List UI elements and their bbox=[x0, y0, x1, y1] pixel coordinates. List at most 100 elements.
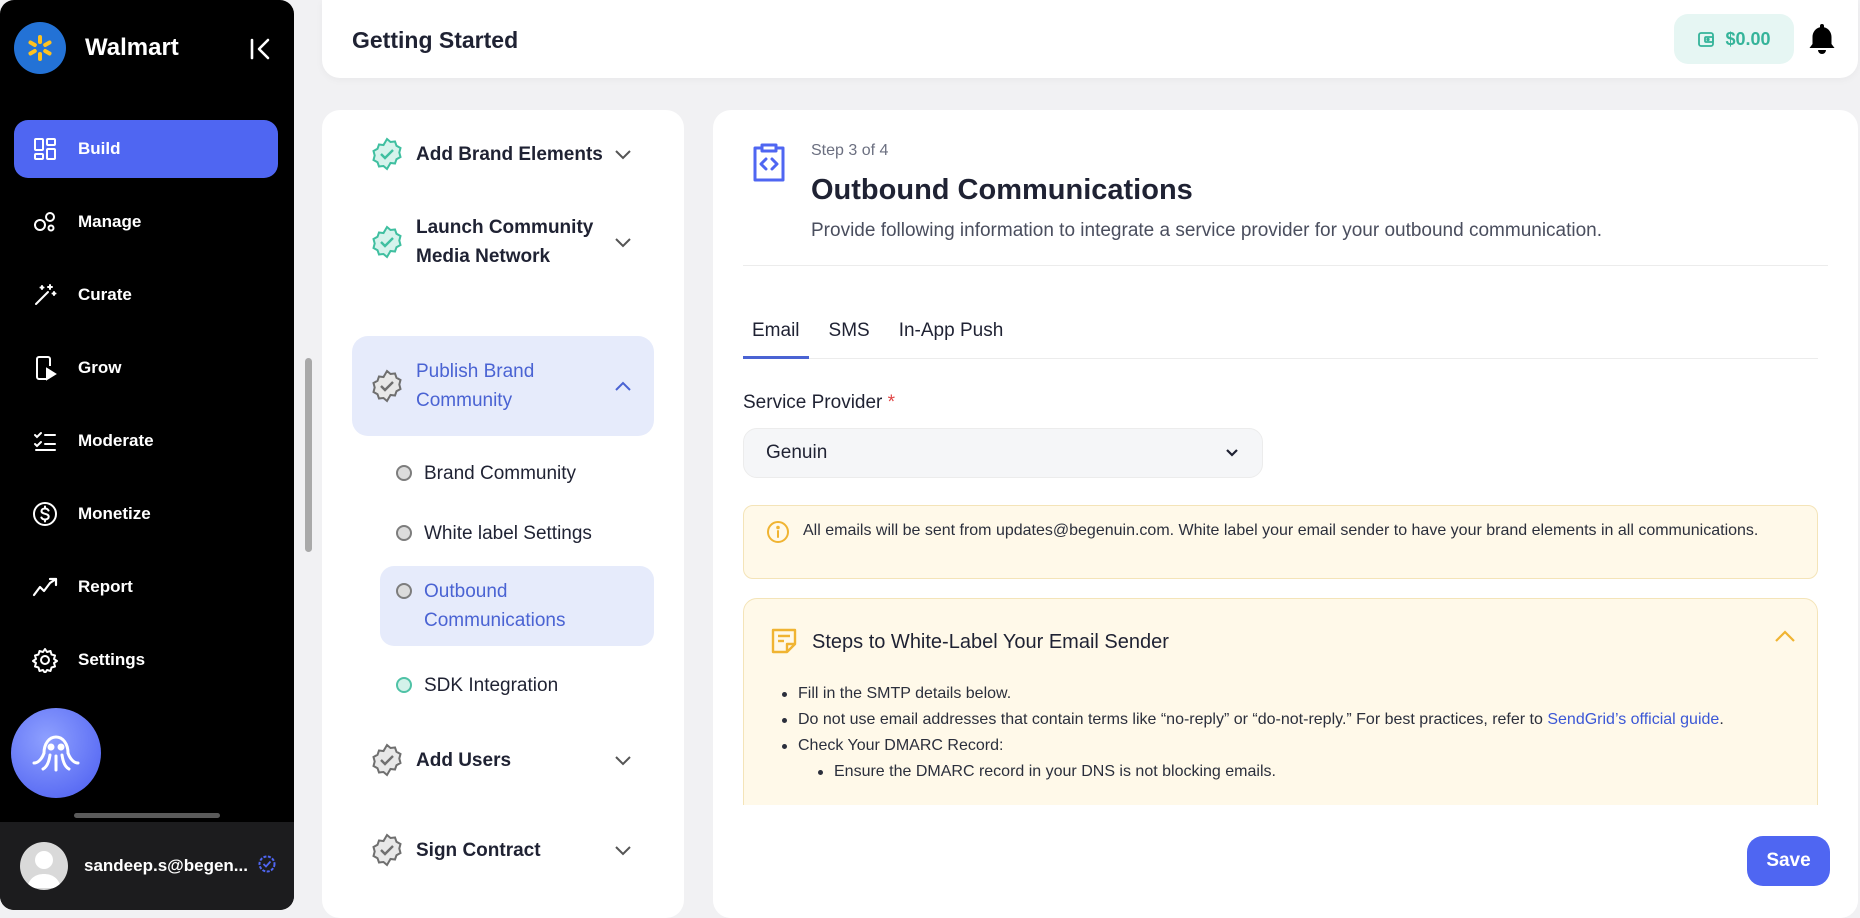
sub-step-label: SDK Integration bbox=[424, 674, 559, 696]
channel-tabs: Email SMS In-App Push bbox=[743, 315, 1818, 359]
guide-body: Fill in the SMTP details below. Do not u… bbox=[778, 681, 1788, 785]
section-description: Provide following information to integra… bbox=[811, 220, 1603, 241]
sidebar-item-manage[interactable]: Manage bbox=[14, 193, 278, 251]
sub-step-status-dot bbox=[396, 465, 412, 481]
wallet-balance: $0.00 bbox=[1725, 28, 1771, 49]
guide-title: Steps to White-Label Your Email Sender bbox=[812, 631, 1169, 653]
sub-step-label: Outbound Communications bbox=[424, 581, 566, 631]
chevron-down-icon bbox=[615, 150, 631, 160]
step-label: Add Users bbox=[416, 749, 512, 771]
list-item: Check Your DMARC Record: bbox=[778, 733, 1788, 759]
chevron-down-icon bbox=[1226, 449, 1238, 457]
tab-email[interactable]: Email bbox=[743, 315, 809, 359]
step-label: Add Brand Elements bbox=[416, 143, 603, 165]
sub-step-brand-community[interactable]: Brand Community bbox=[380, 452, 654, 494]
guide-step-text: Do not use email addresses that contain … bbox=[798, 711, 1548, 728]
step-pending-badge-icon bbox=[372, 369, 402, 403]
save-button[interactable]: Save bbox=[1747, 836, 1830, 886]
sub-step-outbound-communications[interactable]: Outbound Communications bbox=[380, 566, 654, 646]
sub-step-label: White label Settings bbox=[424, 522, 592, 544]
guide-step-text: Ensure the DMARC record in your DNS is n… bbox=[834, 763, 1276, 780]
sidebar-item-label: Build bbox=[78, 139, 121, 158]
list-item: Fill in the SMTP details below. bbox=[778, 681, 1788, 707]
sidebar-item-build[interactable]: Build bbox=[14, 120, 278, 178]
chevron-up-icon bbox=[615, 381, 631, 391]
sidebar-nav: Build Manage Curate Grow Moderate Moneti… bbox=[14, 120, 278, 704]
step-progress-text: Step 3 of 4 bbox=[811, 142, 889, 159]
sub-step-sdk-integration[interactable]: SDK Integration bbox=[380, 664, 654, 706]
guide-step-text: . bbox=[1719, 711, 1724, 728]
sidebar-item-curate[interactable]: Curate bbox=[14, 266, 278, 324]
top-header: Getting Started $0.00 bbox=[322, 0, 1858, 78]
service-provider-select[interactable]: Genuin bbox=[743, 428, 1263, 478]
list-item: Ensure the DMARC record in your DNS is n… bbox=[778, 759, 1788, 785]
guide-step-text: Fill in the SMTP details below. bbox=[798, 685, 1012, 702]
assistant-octopus-button[interactable] bbox=[11, 708, 101, 798]
phone-play-icon bbox=[32, 355, 58, 381]
dashboard-icon bbox=[32, 136, 58, 162]
user-profile[interactable]: sandeep.s@begen... bbox=[0, 822, 294, 910]
step-complete-badge-icon bbox=[372, 137, 402, 171]
sidebar-item-label: Grow bbox=[78, 358, 122, 377]
service-provider-label: Service Provider * bbox=[743, 392, 895, 414]
step-pending-badge-icon bbox=[372, 743, 402, 777]
step-pending-badge-icon bbox=[372, 833, 402, 867]
service-provider-label-text: Service Provider bbox=[743, 392, 883, 413]
walmart-spark-icon bbox=[14, 22, 66, 74]
checklist-icon bbox=[32, 428, 58, 454]
sidebar-item-report[interactable]: Report bbox=[14, 558, 278, 616]
sidebar-item-moderate[interactable]: Moderate bbox=[14, 412, 278, 470]
tab-in-app-push[interactable]: In-App Push bbox=[890, 315, 1013, 359]
verified-badge-icon bbox=[258, 855, 276, 878]
sidebar-item-label: Manage bbox=[78, 212, 142, 231]
sidebar-item-label: Report bbox=[78, 577, 133, 596]
step-sign-contract[interactable]: Sign Contract bbox=[352, 828, 654, 872]
gear-icon bbox=[32, 647, 58, 673]
dollar-icon bbox=[32, 501, 58, 527]
collapse-left-icon bbox=[250, 38, 270, 60]
octopus-icon bbox=[32, 735, 80, 772]
sidebar-item-label: Curate bbox=[78, 285, 132, 304]
sendgrid-guide-link[interactable]: SendGrid’s official guide bbox=[1547, 711, 1719, 728]
divider bbox=[743, 265, 1828, 266]
step-label: Sign Contract bbox=[416, 839, 541, 861]
step-add-users[interactable]: Add Users bbox=[352, 738, 654, 782]
sender-info-notice: All emails will be sent from updates@beg… bbox=[743, 505, 1818, 579]
sidebar-item-monetize[interactable]: Monetize bbox=[14, 485, 278, 543]
chevron-up-icon[interactable] bbox=[1774, 629, 1796, 643]
sub-step-white-label-settings[interactable]: White label Settings bbox=[380, 512, 654, 554]
sidebar: Walmart Build Manage Curate Grow Moderat… bbox=[0, 0, 294, 910]
user-email: sandeep.s@begen... bbox=[84, 856, 248, 875]
required-mark: * bbox=[887, 392, 896, 413]
sidebar-item-settings[interactable]: Settings bbox=[14, 631, 278, 689]
guide-step-text: Check Your DMARC Record: bbox=[798, 737, 1004, 754]
sidebar-item-label: Moderate bbox=[78, 431, 154, 450]
page-title: Getting Started bbox=[352, 27, 519, 53]
onboarding-steps: Add Brand Elements Launch Community Medi… bbox=[322, 110, 684, 918]
wallet-icon bbox=[1698, 32, 1715, 47]
wallet-balance-button[interactable]: $0.00 bbox=[1674, 14, 1794, 64]
bell-icon bbox=[1809, 24, 1835, 54]
step-label: Launch Community Media Network bbox=[416, 217, 594, 267]
sidebar-item-label: Settings bbox=[78, 650, 146, 669]
step-add-brand-elements[interactable]: Add Brand Elements bbox=[352, 126, 654, 182]
step-label: Publish Brand Community bbox=[416, 361, 535, 411]
sidebar-scrollbar[interactable] bbox=[74, 813, 220, 818]
brand: Walmart bbox=[14, 22, 179, 74]
note-icon bbox=[771, 628, 797, 654]
collapse-sidebar-button[interactable] bbox=[246, 34, 276, 64]
notifications-button[interactable] bbox=[1807, 22, 1837, 61]
service-provider-value: Genuin bbox=[766, 442, 828, 463]
info-icon bbox=[767, 521, 789, 543]
avatar bbox=[20, 842, 68, 890]
section-title: Outbound Communications bbox=[811, 174, 1193, 206]
sidebar-item-grow[interactable]: Grow bbox=[14, 339, 278, 397]
code-clipboard-icon bbox=[753, 143, 785, 182]
step-publish-brand-community[interactable]: Publish Brand Community bbox=[352, 336, 654, 436]
tab-sms[interactable]: SMS bbox=[820, 315, 879, 359]
sub-step-status-dot bbox=[396, 525, 412, 541]
sub-step-label: Brand Community bbox=[424, 462, 577, 484]
step-launch-community-media-network[interactable]: Launch Community Media Network bbox=[352, 210, 654, 274]
page-scrollbar[interactable] bbox=[305, 358, 312, 552]
sidebar-item-label: Monetize bbox=[78, 504, 151, 523]
